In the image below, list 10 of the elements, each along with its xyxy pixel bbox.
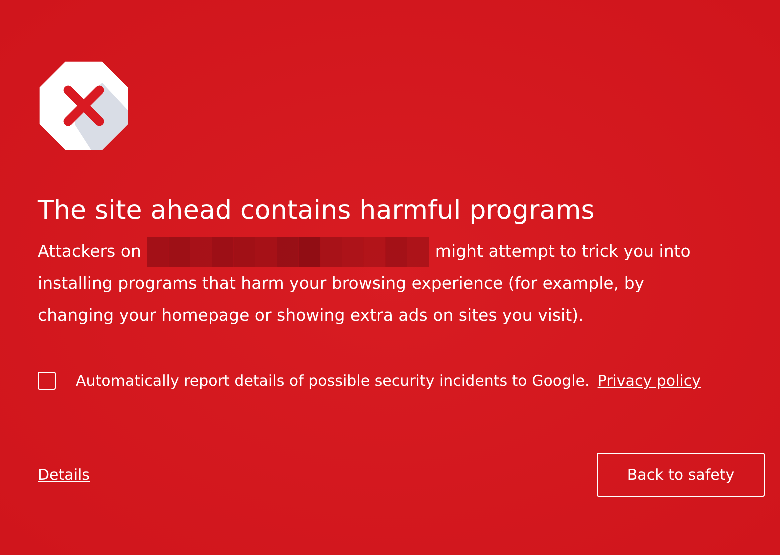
back-to-safety-button[interactable]: Back to safety [597, 453, 765, 497]
warning-text: installing programs that harm your browsing experience (for example, by changing your homepage or showing extra ads on sites you visit). [38, 273, 646, 327]
warning-text: might attempt to trick you into [435, 241, 691, 263]
report-checkbox[interactable] [38, 372, 56, 390]
details-link[interactable]: Details [38, 466, 90, 484]
privacy-policy-link[interactable]: Privacy policy [598, 372, 702, 390]
report-label: Automatically report details of possible security incidents to Google. [76, 372, 590, 390]
page-title: The site ahead contains harmful programs [38, 196, 596, 226]
error-octagon-icon [38, 60, 130, 152]
warning-text: Attackers on [38, 241, 142, 263]
